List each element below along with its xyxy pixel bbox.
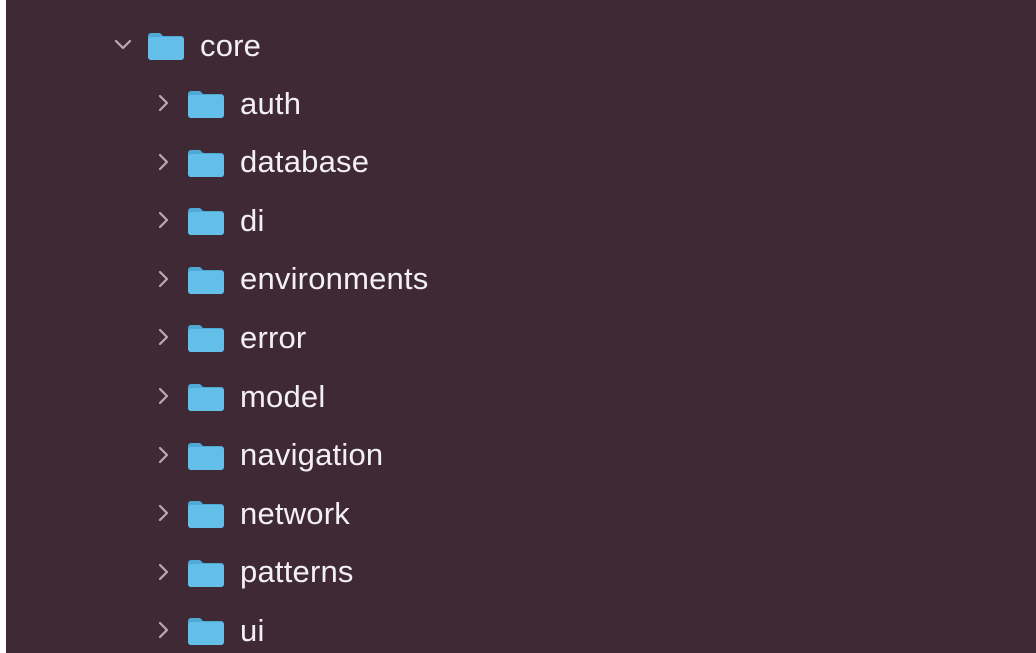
chevron-right-icon[interactable]	[150, 615, 176, 645]
tree-item-environments[interactable]: environments	[150, 250, 429, 308]
folder-icon	[186, 321, 226, 353]
folder-icon	[186, 556, 226, 588]
chevron-right-icon[interactable]	[150, 88, 176, 118]
tree-item-auth[interactable]: auth	[150, 74, 301, 132]
chevron-right-icon[interactable]	[150, 147, 176, 177]
tree-item-label: patterns	[240, 554, 354, 590]
folder-icon	[146, 29, 186, 61]
folder-icon	[186, 263, 226, 295]
file-tree-panel: core auth database di environments error mode…	[6, 0, 1036, 653]
tree-item-label: error	[240, 319, 307, 355]
tree-item-navigation[interactable]: navigation	[150, 426, 383, 484]
tree-item-label: environments	[240, 261, 429, 297]
folder-icon	[186, 380, 226, 412]
folder-icon	[186, 87, 226, 119]
tree-item-label: model	[240, 378, 326, 414]
chevron-right-icon[interactable]	[150, 498, 176, 528]
chevron-right-icon[interactable]	[150, 264, 176, 294]
chevron-right-icon[interactable]	[150, 381, 176, 411]
tree-item-error[interactable]: error	[150, 308, 306, 366]
chevron-right-icon[interactable]	[150, 440, 176, 470]
tree-item-ui[interactable]: ui	[150, 601, 265, 653]
chevron-right-icon[interactable]	[150, 205, 176, 235]
folder-icon	[186, 204, 226, 236]
tree-item-label: navigation	[240, 437, 384, 473]
tree-item-label: ui	[240, 612, 265, 648]
tree-item-model[interactable]: model	[150, 367, 325, 425]
tree-item-label: network	[240, 495, 350, 531]
tree-item-label: database	[240, 144, 370, 180]
chevron-right-icon[interactable]	[150, 557, 176, 587]
folder-icon	[186, 439, 226, 471]
folder-icon	[186, 146, 226, 178]
chevron-right-icon[interactable]	[150, 322, 176, 352]
chevron-down-icon[interactable]	[110, 30, 136, 60]
tree-item-label: auth	[240, 85, 302, 121]
folder-icon	[186, 614, 226, 646]
tree-item-core[interactable]: core	[110, 16, 261, 74]
folder-icon	[186, 497, 226, 529]
tree-item-database[interactable]: database	[150, 133, 369, 191]
tree-item-di[interactable]: di	[150, 191, 265, 249]
tree-item-label: core	[200, 27, 262, 63]
tree-item-network[interactable]: network	[150, 484, 350, 542]
tree-item-patterns[interactable]: patterns	[150, 543, 354, 601]
tree-item-label: di	[240, 202, 265, 238]
